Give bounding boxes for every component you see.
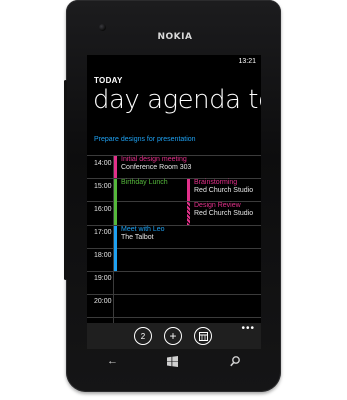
- event-meet-with-leo[interactable]: Meet with Leo The Talbot: [114, 226, 254, 271]
- hour-line: [87, 294, 261, 295]
- calendar-icon: [198, 331, 208, 341]
- event-title: Brainstorming: [194, 179, 238, 186]
- search-icon[interactable]: [230, 356, 240, 370]
- event-birthday-lunch[interactable]: Birthday Lunch: [114, 179, 178, 225]
- section-label: TODAY: [94, 76, 123, 85]
- back-arrow-icon[interactable]: ←: [107, 355, 118, 367]
- hour-label: 18:00: [94, 252, 112, 259]
- event-color-bar: [187, 202, 190, 225]
- hour-label: 14:00: [94, 160, 112, 167]
- event-color-bar: [114, 156, 117, 178]
- hour-label: 19:00: [94, 275, 112, 282]
- event-title: Meet with Leo: [121, 226, 165, 233]
- event-title: Initial design meeting: [121, 156, 187, 163]
- front-camera: [99, 24, 106, 31]
- hour-line: [87, 317, 261, 318]
- hour-line: [87, 271, 261, 272]
- hour-label: 20:00: [94, 298, 112, 305]
- day-number: 2: [140, 331, 146, 341]
- event-design-review[interactable]: Design Review Red Church Studio: [187, 202, 257, 225]
- windows-icon[interactable]: [167, 356, 178, 370]
- event-location: Red Church Studio: [194, 187, 254, 194]
- add-icon: +: [169, 329, 177, 343]
- event-color-bar: [114, 179, 117, 225]
- event-location: Red Church Studio: [194, 210, 254, 217]
- event-brainstorming[interactable]: Brainstorming Red Church Studio: [187, 179, 257, 201]
- side-button: [64, 80, 67, 280]
- page-title: day agenda to-: [93, 85, 261, 115]
- hour-label: 15:00: [94, 183, 112, 190]
- event-title: Design Review: [194, 202, 241, 209]
- task-item[interactable]: Prepare designs for presentation: [94, 136, 196, 143]
- hardware-nav-bar: ←: [66, 355, 281, 375]
- more-button[interactable]: •••: [241, 323, 255, 334]
- event-location: The Talbot: [121, 234, 154, 241]
- day-view-button[interactable]: 2: [134, 327, 152, 345]
- event-color-bar: [114, 226, 117, 271]
- event-color-bar: [187, 179, 190, 201]
- event-initial-design-meeting[interactable]: Initial design meeting Conference Room 3…: [114, 156, 254, 178]
- add-button[interactable]: +: [164, 327, 182, 345]
- event-location: Conference Room 303: [121, 164, 192, 171]
- brand-logo: NOKIA: [157, 32, 193, 42]
- hour-label: 17:00: [94, 229, 112, 236]
- phone-body: NOKIA 13:21 TODAY day agenda to- Prepare…: [64, 0, 281, 392]
- agenda-grid: 14:00 15:00 16:00 17:00 18:00 19:00 20:0…: [87, 155, 261, 323]
- app-bar: 2 + •••: [87, 323, 261, 349]
- status-time: 13:21: [238, 58, 256, 65]
- screen: 13:21 TODAY day agenda to- Prepare desig…: [87, 55, 261, 349]
- event-title: Birthday Lunch: [121, 179, 168, 186]
- hour-label: 16:00: [94, 206, 112, 213]
- calendar-view-button[interactable]: [194, 327, 212, 345]
